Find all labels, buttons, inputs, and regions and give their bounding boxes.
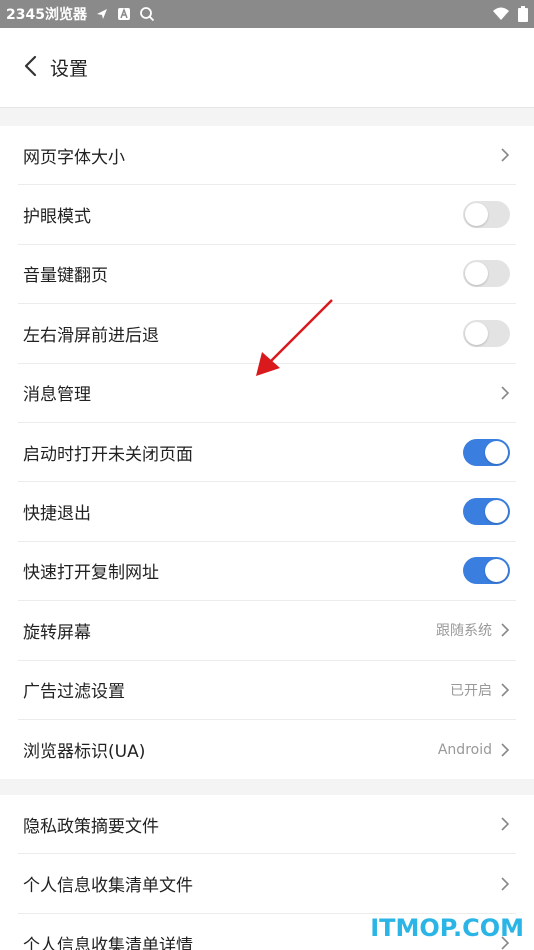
setting-privacy-summary[interactable]: 隐私政策摘要文件 [18, 795, 516, 855]
toggle-knob [485, 559, 508, 583]
setting-font-size[interactable]: 网页字体大小 [18, 126, 516, 186]
open-copied-url-toggle[interactable] [463, 557, 510, 585]
setting-label: 音量键翻页 [23, 266, 108, 287]
nav-arrow-icon [95, 7, 109, 21]
restore-pages-toggle[interactable] [463, 438, 510, 466]
setting-rotate-screen[interactable]: 旋转屏幕 跟随系统 [18, 601, 516, 661]
search-icon [139, 6, 155, 22]
watermark: ITMOP.COM [370, 914, 524, 942]
wifi-icon [492, 7, 510, 21]
chevron-left-icon [23, 55, 37, 81]
swipe-navigation-toggle[interactable] [463, 319, 510, 347]
setting-label: 网页字体大小 [23, 147, 125, 168]
setting-label: 隐私政策摘要文件 [23, 816, 159, 837]
setting-label: 快速打开复制网址 [23, 563, 159, 584]
setting-label: 左右滑屏前进后退 [23, 325, 159, 346]
setting-value: 已开启 [450, 682, 492, 699]
setting-user-agent[interactable]: 浏览器标识(UA) Android [18, 720, 516, 779]
quick-exit-toggle[interactable] [463, 498, 510, 526]
setting-label: 旋转屏幕 [23, 622, 91, 643]
setting-volume-key-paging[interactable]: 音量键翻页 [18, 245, 516, 305]
setting-open-copied-url[interactable]: 快速打开复制网址 [18, 542, 516, 602]
toggle-knob [465, 262, 488, 286]
volume-key-paging-toggle[interactable] [463, 260, 510, 288]
setting-label: 广告过滤设置 [23, 682, 125, 703]
font-a-icon [117, 7, 131, 21]
setting-quick-exit[interactable]: 快捷退出 [18, 482, 516, 542]
setting-message-management[interactable]: 消息管理 [18, 364, 516, 423]
chevron-right-icon [500, 385, 510, 401]
setting-label: 个人信息收集清单文件 [23, 876, 193, 897]
battery-icon [518, 6, 528, 22]
setting-label: 快捷退出 [23, 504, 91, 525]
toggle-knob [485, 440, 508, 464]
chevron-right-icon [500, 816, 510, 832]
chevron-right-icon [500, 147, 510, 163]
setting-ad-filter[interactable]: 广告过滤设置 已开启 [18, 661, 516, 720]
chevron-right-icon [500, 876, 510, 892]
settings-group-main: 网页字体大小 护眼模式 音量键翻页 左右滑屏前进后退 消息管理 启动时打开未关闭… [0, 126, 534, 780]
toggle-knob [485, 500, 508, 524]
status-bar: 2345浏览器 [0, 0, 534, 28]
header-bar: 设置 [0, 28, 534, 108]
chevron-right-icon [500, 622, 510, 638]
setting-label: 护眼模式 [23, 207, 91, 228]
chevron-right-icon [500, 682, 510, 698]
setting-value: Android [437, 741, 492, 758]
setting-eye-protection[interactable]: 护眼模式 [18, 185, 516, 245]
toggle-knob [465, 321, 488, 345]
setting-swipe-navigation[interactable]: 左右滑屏前进后退 [18, 304, 516, 364]
chevron-right-icon [500, 742, 510, 758]
eye-protection-toggle[interactable] [463, 201, 510, 229]
setting-label: 启动时打开未关闭页面 [23, 444, 193, 465]
setting-personal-info-list[interactable]: 个人信息收集清单文件 [18, 854, 516, 914]
setting-label: 消息管理 [23, 385, 91, 406]
setting-label: 浏览器标识(UA) [23, 742, 146, 763]
status-app-name: 2345浏览器 [6, 7, 87, 23]
toggle-knob [465, 203, 488, 227]
setting-value: 跟随系统 [436, 623, 492, 640]
page-title: 设置 [50, 58, 89, 80]
setting-restore-pages[interactable]: 启动时打开未关闭页面 [18, 423, 516, 483]
